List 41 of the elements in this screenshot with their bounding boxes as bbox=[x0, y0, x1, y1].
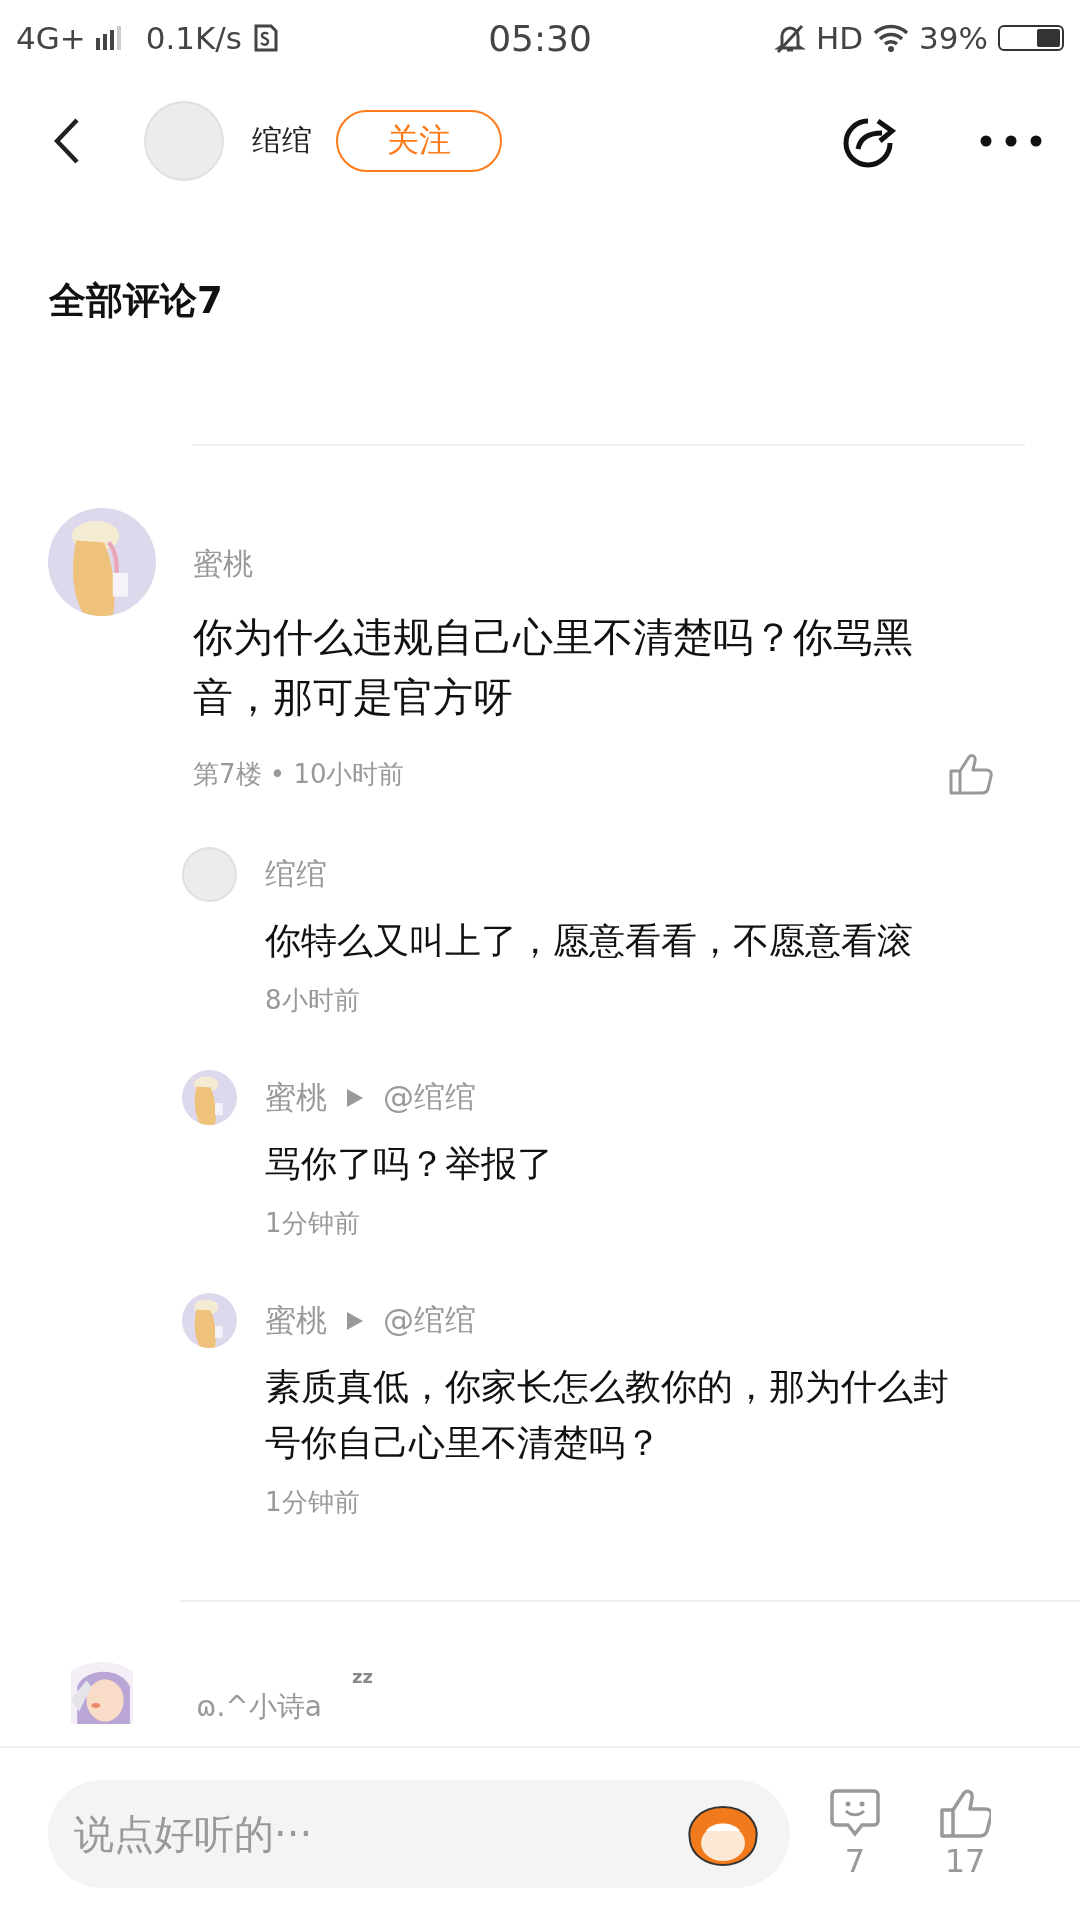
clock: 05:30 bbox=[488, 17, 592, 59]
comments-heading: 全部评论7 bbox=[48, 278, 224, 324]
like-button[interactable]: 17 bbox=[920, 1788, 1010, 1880]
caret-icon bbox=[347, 1312, 363, 1330]
replier-name[interactable]: 绾绾 bbox=[265, 854, 327, 896]
reply-time: 8小时前 bbox=[265, 984, 361, 1017]
chat-bubble-icon bbox=[830, 1788, 880, 1838]
signal-icon bbox=[95, 26, 122, 50]
reply-time: 1分钟前 bbox=[265, 1486, 361, 1519]
battery-percent: 39% bbox=[919, 20, 988, 56]
reply-text: 骂你了吗？举报了 bbox=[265, 1142, 554, 1186]
thumbs-up-icon bbox=[939, 1788, 991, 1838]
comment-field[interactable]: 说点好听的··· bbox=[48, 1780, 790, 1888]
thumbs-up-icon[interactable] bbox=[949, 753, 993, 795]
network-type: 4G+ bbox=[16, 20, 86, 56]
wifi-icon bbox=[873, 24, 910, 52]
more-icon[interactable] bbox=[980, 135, 1042, 147]
replier-name[interactable]: 蜜桃 bbox=[265, 1300, 327, 1342]
reply-text: 你特么又叫上了，愿意看看，不愿意看滚 bbox=[265, 919, 914, 963]
reply-target[interactable]: @绾绾 bbox=[383, 1077, 476, 1119]
comment-text: 你为什么违规自己心里不清楚吗？你骂黑音，那可是官方呀 bbox=[193, 613, 913, 722]
follow-button[interactable]: 关注 bbox=[336, 110, 502, 172]
replier-name[interactable]: 蜜桃 bbox=[265, 1077, 327, 1119]
like-count: 17 bbox=[944, 1842, 986, 1880]
reply-target[interactable]: @绾绾 bbox=[383, 1300, 476, 1342]
author-name[interactable]: 绾绾 bbox=[252, 120, 312, 162]
battery-icon bbox=[998, 25, 1064, 51]
back-icon[interactable] bbox=[54, 118, 80, 164]
network-speed: 0.1K/s bbox=[145, 20, 242, 56]
comments-button[interactable]: 7 bbox=[810, 1788, 900, 1880]
comment-count: 7 bbox=[844, 1842, 866, 1880]
comment-meta: 第7楼 • 10小时前 bbox=[193, 757, 405, 791]
badge-text: zz bbox=[351, 1666, 373, 1687]
comment-input[interactable]: 说点好听的··· bbox=[72, 1810, 684, 1858]
reply-time: 1分钟前 bbox=[265, 1207, 361, 1240]
hd-indicator: HD bbox=[815, 20, 864, 56]
caret-icon bbox=[347, 1089, 363, 1107]
reply-text: 素质真低，你家长怎么教你的，那为什么封号你自己心里不清楚吗？ bbox=[265, 1365, 950, 1465]
commenter-name[interactable]: 蜜桃 bbox=[193, 544, 973, 585]
bell-muted-icon bbox=[773, 22, 806, 54]
commenter-name[interactable]: ɷ.^小诗a bbox=[196, 1690, 322, 1724]
